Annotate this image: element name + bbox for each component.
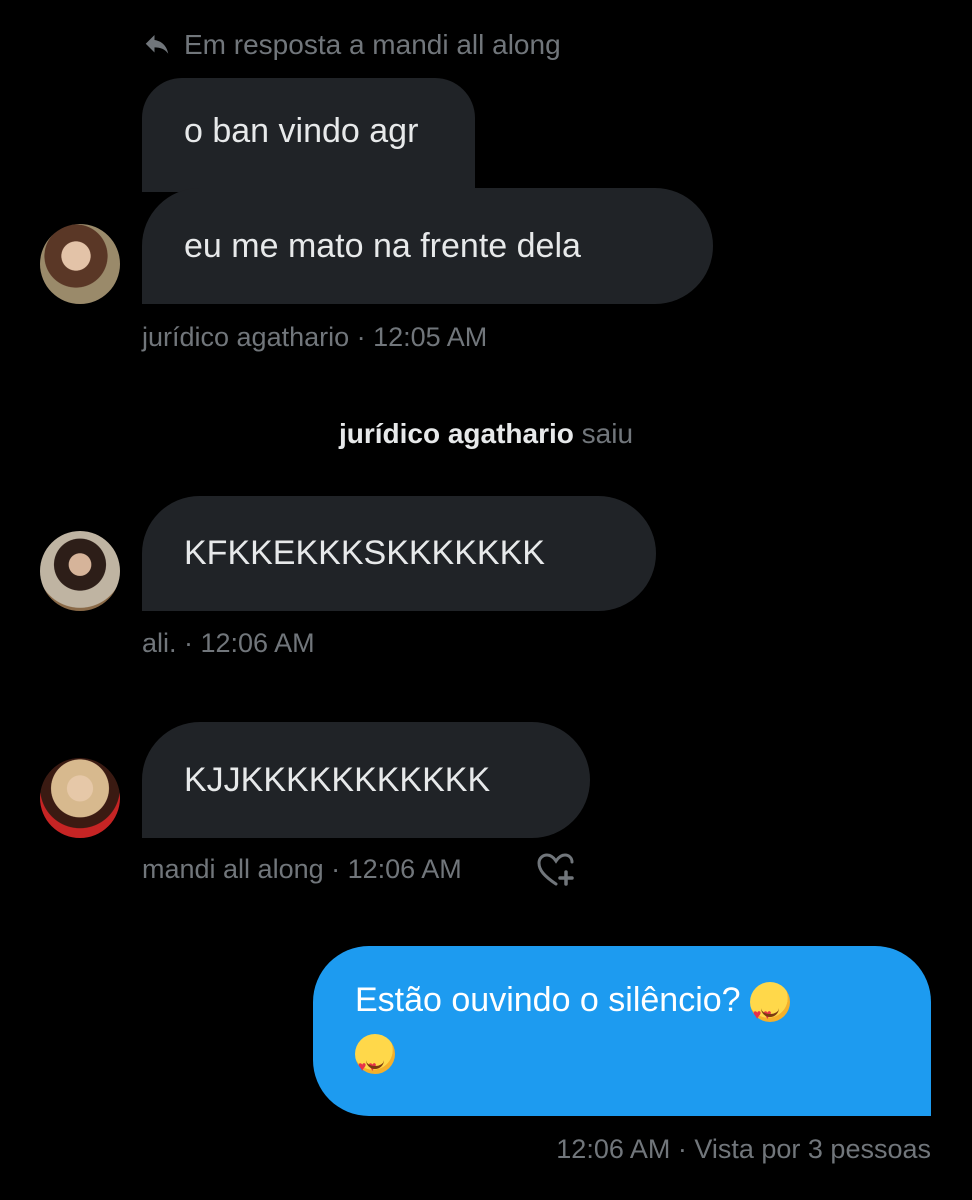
- star-struck-emoji: [750, 982, 791, 1040]
- avatar[interactable]: [40, 531, 120, 611]
- reply-context[interactable]: Em resposta a mandi all along: [142, 28, 561, 62]
- reply-context-text: Em resposta a mandi all along: [184, 29, 561, 60]
- message-text: Estão ouvindo o silêncio?: [355, 981, 741, 1019]
- reply-arrow-icon: [145, 35, 169, 54]
- smiling-face-with-hearts-emoji: [355, 1034, 395, 1092]
- message-text: o ban vindo agr: [184, 111, 419, 150]
- message-text: KJJKKKKKKKKKKK: [184, 760, 491, 799]
- message-text: KFKKEKKKSKKKKKKK: [184, 534, 545, 572]
- system-event-action: saiu: [581, 418, 634, 449]
- my-message-bubble[interactable]: Estão ouvindo o silêncio?: [313, 946, 931, 1116]
- message-meta: jurídico agathario · 12:05 AM: [142, 322, 488, 352]
- system-event-user[interactable]: jurídico agathario: [339, 418, 574, 449]
- message-bubble[interactable]: KFKKEKKKSKKKKKKK: [142, 496, 656, 611]
- add-reaction-heart-icon[interactable]: [536, 852, 576, 888]
- message-meta: ali. · 12:06 AM: [142, 628, 315, 658]
- message-meta-read-receipt: 12:06 AM · Vista por 3 pessoas: [556, 1134, 931, 1164]
- avatar[interactable]: [40, 758, 120, 838]
- message-meta: mandi all along · 12:06 AM: [142, 854, 462, 884]
- message-bubble[interactable]: KJJKKKKKKKKKKK: [142, 722, 590, 838]
- system-event: jurídico agathario saiu: [0, 418, 972, 450]
- message-bubble[interactable]: eu me mato na frente dela: [142, 188, 713, 304]
- message-text: eu me mato na frente dela: [184, 226, 581, 265]
- message-bubble[interactable]: o ban vindo agr: [142, 78, 475, 192]
- avatar[interactable]: [40, 224, 120, 304]
